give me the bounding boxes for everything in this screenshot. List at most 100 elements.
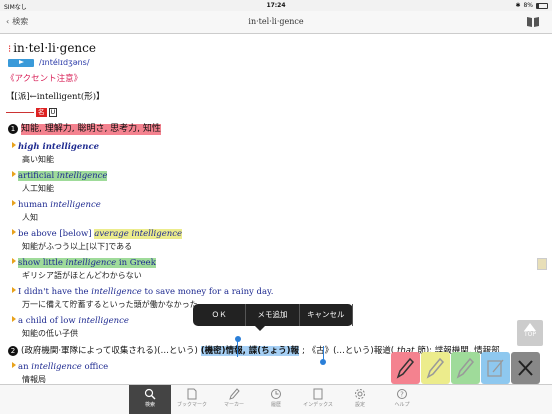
- example-6[interactable]: I didn't have the intelligence to save m…: [12, 287, 273, 297]
- example-text: be above [below]: [18, 229, 95, 239]
- example-translation: 人知: [22, 213, 38, 222]
- example-keyword: intelligence: [50, 200, 101, 210]
- example-7[interactable]: a child of low intelligence: [12, 316, 129, 326]
- tab-index[interactable]: インデックス: [297, 385, 339, 414]
- tab-label: マーカー: [223, 402, 244, 408]
- scroll-top-button[interactable]: TOP: [517, 320, 543, 346]
- close-icon: [518, 360, 533, 376]
- sense-number: 1: [8, 124, 18, 135]
- memo-icon[interactable]: [537, 258, 547, 270]
- triangle-icon: [12, 229, 16, 235]
- selection-end-handle[interactable]: [320, 359, 326, 365]
- selection-start-handle[interactable]: [235, 336, 241, 342]
- example-text: I didn't have the: [18, 287, 92, 297]
- example-text: office: [81, 362, 109, 372]
- example-text: artificial: [18, 171, 57, 181]
- search-icon: [144, 388, 156, 400]
- example-4[interactable]: be above [below] average intelligence: [12, 229, 183, 239]
- tab-bookmarks[interactable]: ブックマーク: [171, 385, 213, 414]
- note-icon: [487, 359, 504, 377]
- marker-icon: [229, 388, 240, 400]
- highlighter-palette: [391, 352, 540, 384]
- svg-text:?: ?: [400, 391, 404, 399]
- example-translation: 知能の低い子供: [22, 329, 78, 338]
- pos-line: 名 U: [6, 108, 58, 117]
- selection-popup-menu: ＯＫ メモ追加 キャンセル: [193, 304, 353, 331]
- sense-1: 1 知能, 理解力, 聡明さ, 思考力, 知性: [8, 124, 161, 135]
- example-keyword: intelligence: [56, 171, 108, 181]
- clock: 17:24: [266, 2, 286, 9]
- gear-icon: [355, 389, 365, 399]
- example-2[interactable]: artificial intelligence: [12, 171, 108, 181]
- tab-label: ヘルプ: [394, 402, 410, 408]
- tab-help[interactable]: ? ヘルプ: [381, 385, 423, 414]
- triangle-icon: [12, 142, 16, 148]
- derivation: 【[派]←intelligent(形)】: [6, 92, 105, 102]
- accent-note: 《アクセント注意》: [6, 74, 83, 84]
- pen-icon: [426, 357, 445, 379]
- entry-content[interactable]: ⁝ in·tel·li·gence /ɪntélɪdʒəns/ 《アクセント注意》…: [0, 34, 552, 384]
- count-tag: U: [48, 108, 58, 117]
- headword: ⁝ in·tel·li·gence: [8, 41, 96, 56]
- red-highlighter-button[interactable]: [391, 352, 420, 384]
- triangle-icon: [12, 287, 16, 293]
- selection-end-line: [323, 346, 324, 360]
- example-text: to save money for a rainy day.: [141, 287, 274, 297]
- tab-search[interactable]: 検索: [129, 385, 171, 414]
- tab-label: ブックマーク: [176, 402, 207, 408]
- selection-start-line: [237, 340, 238, 357]
- tab-history[interactable]: 履歴: [255, 385, 297, 414]
- example-5[interactable]: show little intelligence in Greek: [12, 258, 156, 268]
- example-keyword: intelligence: [65, 258, 117, 268]
- example-text: in Greek: [116, 258, 156, 268]
- example-keyword: intelligence: [91, 287, 142, 297]
- navigation-bar: ‹ 検索 in·tel·li·gence: [0, 11, 552, 34]
- example-text: human: [18, 200, 51, 210]
- cancel-button[interactable]: キャンセル: [300, 304, 353, 326]
- tab-label: 設定: [354, 402, 365, 408]
- selected-text[interactable]: (機密)情報, 諜(ちょう)報: [200, 346, 300, 357]
- pen-icon: [396, 357, 415, 379]
- page-title: in·tel·li·gence: [248, 17, 304, 26]
- example-1[interactable]: high intelligence: [12, 142, 99, 152]
- example-text: show little: [18, 258, 66, 268]
- ok-button[interactable]: ＯＫ: [193, 304, 247, 326]
- triangle-icon: [12, 316, 16, 322]
- headword-text: in·tel·li·gence: [13, 41, 96, 55]
- tab-settings[interactable]: 設定: [339, 385, 381, 414]
- green-highlighter-button[interactable]: [451, 352, 480, 384]
- triangle-icon: [12, 171, 16, 177]
- sense-text: ; 《古》(…という)報道(: [302, 346, 395, 356]
- triangle-icon: [12, 258, 16, 264]
- status-right: ✱ 8%: [515, 2, 548, 9]
- popup-arrow: [255, 326, 265, 331]
- battery-icon: [536, 2, 548, 9]
- scroll-top-label: TOP: [523, 331, 536, 338]
- example-3[interactable]: human intelligence: [12, 200, 101, 210]
- example-8[interactable]: an intelligence office: [12, 362, 108, 372]
- status-bar: SIMなし 17:24 ✱ 8%: [0, 0, 552, 11]
- tab-markers[interactable]: マーカー: [213, 385, 255, 414]
- dictionary-app: SIMなし 17:24 ✱ 8% ‹ 検索 in·tel·li·gence ⁝ i…: [0, 0, 552, 414]
- example-text: a child of low: [18, 316, 79, 326]
- yellow-highlighter-button[interactable]: [421, 352, 450, 384]
- battery-percent: 8%: [523, 2, 533, 9]
- example-translation: 情報局: [22, 375, 46, 384]
- example-text: an: [18, 362, 32, 372]
- arrow-up-icon: [524, 323, 536, 331]
- example-keyword: average intelligence: [94, 229, 183, 239]
- divider: [6, 112, 34, 113]
- play-audio-button[interactable]: [8, 58, 34, 67]
- close-palette-button[interactable]: [511, 352, 540, 384]
- example-keyword: intelligence: [31, 362, 82, 372]
- example-translation: 万一に備えて貯蓄するといった頭が働かなかった: [22, 300, 198, 309]
- blue-highlighter-button[interactable]: [481, 352, 510, 384]
- book-icon[interactable]: [526, 16, 540, 28]
- tab-label: 履歴: [270, 402, 281, 408]
- sense-text: (政府機関·軍隊によって収集される)(…という): [21, 346, 198, 356]
- bookmark-icon: [187, 388, 197, 400]
- tab-bar: 検索 ブックマーク マーカー 履歴 インデックス 設定 ? ヘルプ: [0, 384, 552, 414]
- sense-definition[interactable]: 知能, 理解力, 聡明さ, 思考力, 知性: [21, 124, 161, 135]
- example-translation: 高い知能: [22, 155, 54, 164]
- add-memo-button[interactable]: メモ追加: [246, 304, 300, 326]
